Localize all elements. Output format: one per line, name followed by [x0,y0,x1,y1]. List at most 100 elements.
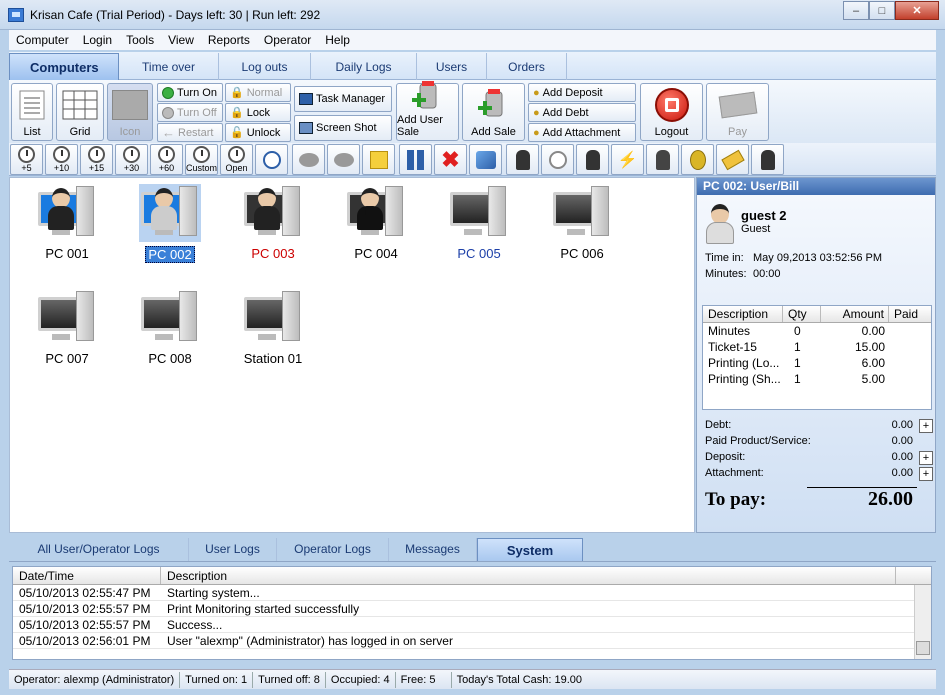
pc-001[interactable]: PC 001 [22,184,112,274]
free-computer-icon [242,289,304,347]
tab-system-logs[interactable]: System Logs [477,538,583,581]
chat-button[interactable] [327,144,360,175]
pc-003[interactable]: PC 003 [228,184,318,274]
open-time-button[interactable]: Open [220,144,253,175]
add-15-minutes-button[interactable]: +15 [80,144,113,175]
turn-off-button[interactable]: Turn Off [157,103,223,122]
list-view-button[interactable]: List [11,83,53,141]
col-qty[interactable]: Qty [783,306,821,322]
table-row[interactable]: 05/10/2013 02:55:57 PM Success... [13,617,931,633]
pc-006[interactable]: PC 006 [537,184,627,274]
maximize-button[interactable]: □ [869,1,895,20]
switch-computer-button[interactable] [469,144,502,175]
table-row[interactable]: 05/10/2013 02:55:57 PM Print Monitoring s… [13,601,931,617]
to-pay-label: To pay: [705,489,767,510]
normal-button[interactable]: 🔒 Normal [225,83,291,102]
transfer-user-button[interactable] [506,144,539,175]
add-attachment-plus-button[interactable]: + [919,467,933,481]
tab-orders[interactable]: Orders [487,53,567,80]
paid-line: Paid Product/Service: 0.00 [705,435,913,447]
tab-operator-logs[interactable]: Operator Logs [277,538,389,561]
table-row[interactable]: 05/10/2013 02:55:47 PM Starting system... [13,585,931,601]
col-description[interactable]: Description [703,306,783,322]
prize-button[interactable] [681,144,714,175]
add-10-minutes-button[interactable]: +10 [45,144,78,175]
add-30-minutes-button[interactable]: +30 [115,144,148,175]
table-row[interactable]: 05/10/2013 02:56:01 PM User "alexmp" (Adm… [13,633,931,649]
logout-label: Logout [654,126,689,138]
tab-all-user-operator-logs[interactable]: All User/Operator Logs [9,538,189,561]
col-datetime[interactable]: Date/Time [13,567,161,584]
pay-button[interactable]: Pay [706,83,769,141]
pc-004[interactable]: PC 004 [331,184,421,274]
tab-user-logs[interactable]: User Logs [189,538,277,561]
tickets-button[interactable] [716,144,749,175]
grid-view-button[interactable]: Grid [56,83,104,141]
menu-view[interactable]: View [161,33,201,47]
add-sale-icon [477,89,502,117]
user-permissions-button[interactable] [646,144,679,175]
menu-help[interactable]: Help [318,33,357,47]
scrollbar-thumb[interactable] [916,641,930,655]
add-sale-button[interactable]: Add Sale [462,83,525,141]
timer-settings-button[interactable] [255,144,288,175]
bill-row[interactable]: Minutes 0 0.00 [703,323,931,339]
pc-002[interactable]: PC 002 [125,184,215,274]
turn-on-button[interactable]: Turn On [157,83,223,102]
menu-computer[interactable]: Computer [9,33,76,47]
menu-bar: Computer Login Tools View Reports Operat… [9,30,936,50]
message-button[interactable] [292,144,325,175]
tab-daily-logs[interactable]: Daily Logs [311,53,417,80]
restart-button[interactable]: ← Restart [157,123,223,142]
menu-tools[interactable]: Tools [119,33,161,47]
tab-log-outs[interactable]: Log outs [219,53,311,80]
clock-icon [193,146,210,163]
tab-users[interactable]: Users [417,53,487,80]
col-amount[interactable]: Amount [821,306,889,322]
tab-time-over[interactable]: Time over [119,53,219,80]
add-debt-button[interactable]: ● Add Debt [528,103,636,122]
station-01[interactable]: Station 01 [228,289,318,379]
user-admin-button[interactable] [751,144,784,175]
lock-button[interactable]: 🔒 Lock [225,103,291,122]
add-deposit-button[interactable]: ● Add Deposit [528,83,636,102]
tab-messages[interactable]: Messages [389,538,477,561]
menu-reports[interactable]: Reports [201,33,257,47]
note-button[interactable] [362,144,395,175]
pc-008[interactable]: PC 008 [125,289,215,379]
usb-icon: ⚡ [617,151,638,169]
window-title: Krisan Cafe (Trial Period) - Days left: … [30,8,321,22]
clock-settings-button[interactable] [541,144,574,175]
add-attachment-button[interactable]: ● Add Attachment [528,123,636,142]
logs-scrollbar[interactable] [914,585,931,659]
bill-row[interactable]: Printing (Sh... 1 5.00 [703,371,931,387]
pause-button[interactable] [399,144,432,175]
minimize-button[interactable]: – [843,1,869,20]
custom-time-button[interactable]: Custom [185,144,218,175]
screen-shot-button[interactable]: Screen Shot [294,115,392,141]
add-debt-plus-button[interactable]: + [919,419,933,433]
add-user-sale-button[interactable]: Add User Sale [396,81,459,141]
bill-row[interactable]: Ticket-15 1 15.00 [703,339,931,355]
unlock-button[interactable]: 🔓 Unlock [225,123,291,142]
icon-view-button[interactable]: Icon [107,83,153,141]
pc-005[interactable]: PC 005 [434,184,524,274]
bill-row[interactable]: Printing (Lo... 1 6.00 [703,355,931,371]
menu-operator[interactable]: Operator [257,33,318,47]
col-log-description[interactable]: Description [161,567,896,584]
col-paid[interactable]: Paid [889,306,931,322]
task-manager-button[interactable]: Task Manager [294,86,392,112]
logout-button[interactable]: Logout [640,83,703,141]
close-button[interactable]: ✕ [895,1,939,20]
delete-button[interactable]: ✖ [434,144,467,175]
tab-computers[interactable]: Computers [9,53,119,80]
add-deposit-plus-button[interactable]: + [919,451,933,465]
grid-label: Grid [69,126,91,138]
system-logs-table: Date/Time Description 05/10/2013 02:55:4… [12,566,932,660]
pc-007[interactable]: PC 007 [22,289,112,379]
menu-login[interactable]: Login [76,33,119,47]
usb-button[interactable]: ⚡ [611,144,644,175]
add-5-minutes-button[interactable]: +5 [10,144,43,175]
user-info-button[interactable] [576,144,609,175]
add-60-minutes-button[interactable]: +60 [150,144,183,175]
